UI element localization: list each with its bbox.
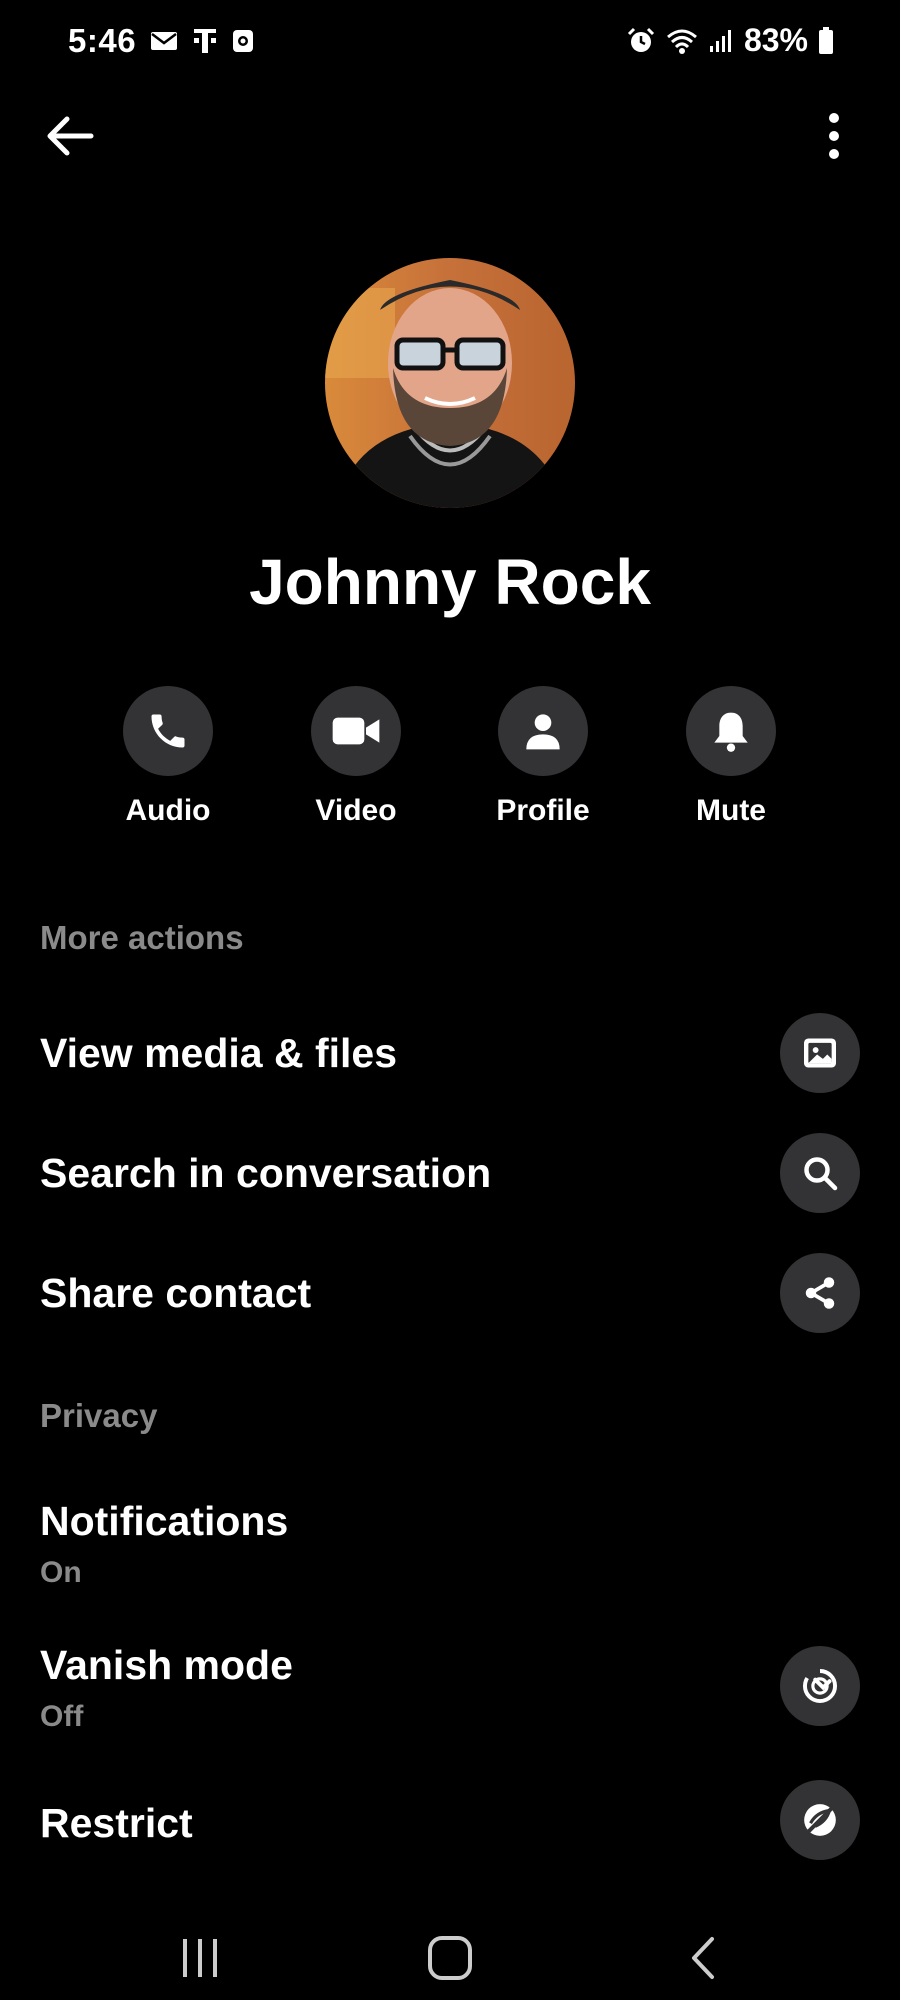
tmobile-icon (192, 26, 218, 56)
person-icon (498, 686, 588, 776)
vertical-dots-icon (828, 112, 840, 165)
signal-icon (708, 28, 734, 54)
video-call-button[interactable]: Video (281, 686, 431, 828)
home-icon (426, 1934, 474, 1987)
notifications-value: On (40, 1556, 82, 1589)
search-icon (780, 1133, 860, 1213)
vanish-mode-icon (780, 1646, 860, 1726)
search-conversation-label: Search in conversation (40, 1150, 492, 1196)
battery-icon (818, 26, 834, 55)
system-back-button[interactable] (663, 1920, 743, 2000)
profile-button[interactable]: Profile (468, 686, 618, 828)
back-button[interactable] (40, 108, 100, 168)
video-label: Video (315, 794, 397, 827)
alarm-icon (626, 26, 656, 56)
arrow-left-icon (45, 114, 95, 163)
status-time: 5:46 (68, 22, 137, 59)
view-media-row[interactable]: View media & files (40, 1008, 860, 1098)
restrict-row[interactable]: Restrict (40, 1778, 860, 1868)
notifications-label: Notifications (40, 1498, 289, 1544)
audio-label: Audio (125, 794, 211, 827)
wifi-icon (666, 27, 698, 55)
search-conversation-row[interactable]: Search in conversation (40, 1128, 860, 1218)
recent-apps-icon (178, 1936, 222, 1985)
view-media-label: View media & files (40, 1030, 398, 1076)
vanish-mode-row[interactable]: Vanish mode Off (40, 1636, 860, 1736)
contact-name: Johnny Rock (249, 546, 651, 618)
avatar[interactable] (325, 258, 575, 508)
home-button[interactable] (410, 1920, 490, 2000)
privacy-title: Privacy (40, 1397, 158, 1434)
notifications-row[interactable]: Notifications On (40, 1492, 860, 1592)
audio-call-button[interactable]: Audio (93, 686, 243, 828)
restrict-icon (780, 1780, 860, 1860)
share-contact-label: Share contact (40, 1270, 312, 1316)
image-icon (780, 1013, 860, 1093)
mute-button[interactable]: Mute (656, 686, 806, 828)
mail-icon (150, 30, 178, 52)
quick-actions: Audio Video Profile Mute (0, 686, 900, 836)
video-camera-icon (311, 686, 401, 776)
vanish-mode-label: Vanish mode (40, 1642, 293, 1688)
restrict-label: Restrict (40, 1800, 193, 1846)
share-icon (780, 1253, 860, 1333)
phone-icon (123, 686, 213, 776)
bell-icon (686, 686, 776, 776)
mute-label: Mute (696, 794, 766, 827)
share-contact-row[interactable]: Share contact (40, 1248, 860, 1338)
vanish-mode-value: Off (40, 1700, 84, 1733)
system-navigation-bar (0, 1900, 900, 2000)
app-notification-icon (232, 29, 254, 53)
battery-percent: 83% (743, 22, 808, 58)
recent-apps-button[interactable] (160, 1920, 240, 2000)
more-options-button[interactable] (804, 108, 864, 168)
profile-label: Profile (496, 794, 590, 827)
more-actions-title: More actions (40, 919, 244, 956)
chevron-left-icon (688, 1935, 718, 1986)
status-bar: 5:46 83% (0, 0, 900, 86)
